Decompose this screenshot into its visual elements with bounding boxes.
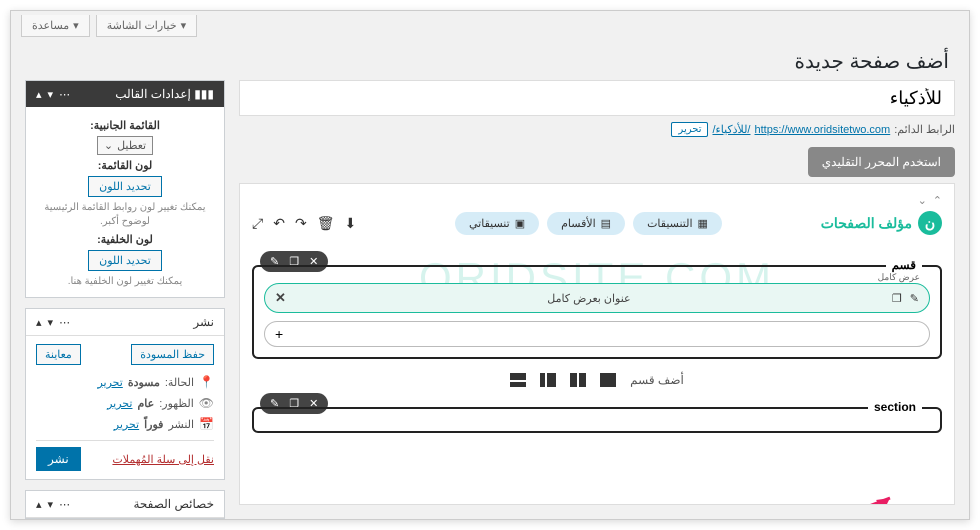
section2-label: section: [868, 400, 922, 414]
bg-color-button[interactable]: تحديد اللون: [88, 250, 162, 271]
brand-logo-icon: ن: [918, 211, 942, 235]
publish-metabox: نشر ▴▾⋯ حفظ المسودة معاينة 📍الحالة: مسود…: [25, 308, 225, 480]
status-edit-link[interactable]: تحرير: [97, 376, 122, 389]
row-edit-icon[interactable]: ✎: [910, 292, 919, 305]
attrs-toggle-down-icon[interactable]: ▾: [48, 498, 54, 511]
add-row-button[interactable]: +: [264, 321, 930, 347]
permalink-row: الرابط الدائم: https://www.oridsitetwo.c…: [239, 122, 955, 137]
pill-sections[interactable]: ▤الأقسام: [547, 212, 625, 235]
eye-icon: 👁: [199, 396, 214, 410]
permalink-label: الرابط الدائم:: [894, 123, 955, 136]
row-clone-icon[interactable]: ❐: [892, 292, 902, 305]
menu-color-hint: يمكنك تغيير لون روابط القائمة الرئيسية ل…: [36, 201, 214, 229]
theme-box-title: ▮▮▮ إعدادات القالب: [115, 87, 214, 101]
expand-icon[interactable]: ⌃: [933, 194, 942, 207]
box-move-icon[interactable]: ⋯: [59, 88, 70, 101]
attrs-box-title: خصائص الصفحة: [133, 497, 214, 511]
screen-options-tab[interactable]: خيارات الشاشة▾: [96, 15, 197, 37]
attrs-toggle-up-icon[interactable]: ▴: [36, 498, 42, 511]
pub-toggle-down-icon[interactable]: ▾: [48, 316, 54, 329]
pub-toggle-up-icon[interactable]: ▴: [36, 316, 42, 329]
bg-color-hint: يمكنك تغيير لون الخلفية هنا.: [36, 275, 214, 289]
row-full-width[interactable]: ✎ ❐ عنوان بعرض كامل ✕: [264, 283, 930, 313]
move-to-trash-link[interactable]: نقل إلى سلة المُهملات: [112, 453, 214, 466]
composer-brand: ن مؤلف الصفحات: [821, 211, 942, 235]
save-draft-button[interactable]: حفظ المسودة: [131, 344, 214, 365]
layout-2col-icon[interactable]: [570, 373, 586, 387]
row-title-text: عنوان بعرض كامل: [547, 292, 630, 305]
pill-my-formats[interactable]: ▣تنسيقاتي: [455, 212, 539, 235]
sidebar-menu-select[interactable]: تعطيل ⌄: [97, 136, 153, 155]
menu-color-label: لون القائمة:: [36, 159, 214, 172]
section-label: قسم: [886, 258, 922, 272]
pin-icon: 📍: [199, 375, 214, 389]
permalink-slug[interactable]: /للأذكياء/: [712, 123, 750, 136]
undo-icon[interactable]: ↶: [273, 215, 285, 232]
row-close-icon[interactable]: ✕: [275, 290, 286, 306]
schedule-edit-link[interactable]: تحرير: [114, 418, 139, 431]
page-title-input[interactable]: [239, 80, 955, 116]
theme-settings-metabox: ▮▮▮ إعدادات القالب ▴ ▾ ⋯ القائمة الجانبية:…: [25, 80, 225, 298]
redo-icon[interactable]: ↷: [295, 215, 307, 232]
expand-arrows-icon[interactable]: ⤢: [252, 215, 263, 232]
collapse-icon[interactable]: ⌄: [918, 194, 927, 207]
classic-editor-button[interactable]: استخدم المحرر التقليدي: [808, 147, 955, 177]
preview-button[interactable]: معاينة: [36, 344, 81, 365]
permalink-edit-button[interactable]: تحرير: [671, 122, 708, 137]
attrs-move-icon[interactable]: ⋯: [59, 498, 70, 511]
layout-1col-icon[interactable]: [600, 373, 616, 387]
menu-color-button[interactable]: تحديد اللون: [88, 176, 162, 197]
section-sublabel: عرض كامل: [878, 272, 920, 283]
calendar-icon: 📅: [199, 417, 214, 431]
add-section-row: أضف قسم: [252, 373, 942, 387]
permalink-base[interactable]: https://www.oridsitetwo.com: [755, 124, 891, 136]
publish-button[interactable]: نشر: [36, 447, 81, 471]
layout-sidebar-icon[interactable]: [540, 373, 556, 387]
pill-formats[interactable]: ▦التنسيقات: [633, 212, 722, 235]
annotation-arrow: [650, 486, 910, 505]
box-toggle-up-icon[interactable]: ▴: [36, 88, 42, 101]
trash-icon[interactable]: 🗑: [317, 215, 335, 232]
page-composer: ⌄ ⌃ ن مؤلف الصفحات ▦التنسيقات ▤الأقسام ▣…: [239, 183, 955, 505]
help-tab[interactable]: مساعدة▾: [21, 15, 90, 37]
page-attributes-metabox: خصائص الصفحة ▴ ▾ ⋯: [25, 490, 225, 519]
pub-move-icon[interactable]: ⋯: [59, 316, 70, 329]
add-section-label: أضف قسم: [630, 373, 684, 387]
publish-box-title: نشر: [193, 315, 214, 329]
page-title: أضف صفحة جديدة: [11, 41, 969, 80]
download-icon[interactable]: ⬇: [344, 215, 356, 232]
sidebar-menu-label: القائمة الجانبية:: [36, 119, 214, 132]
bg-color-label: لون الخلفية:: [36, 233, 214, 246]
visibility-edit-link[interactable]: تحرير: [107, 397, 132, 410]
box-toggle-down-icon[interactable]: ▾: [48, 88, 54, 101]
layout-custom-icon[interactable]: [510, 373, 526, 387]
